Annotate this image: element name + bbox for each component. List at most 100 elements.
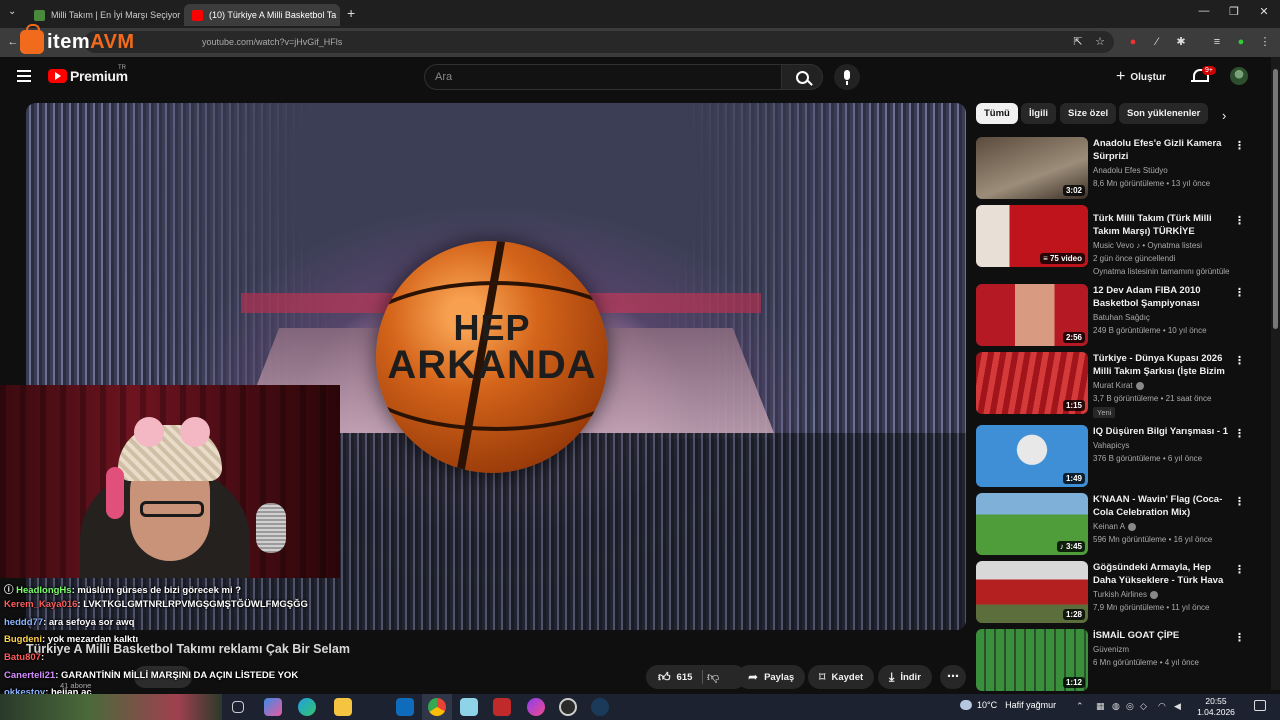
file-explorer-icon[interactable] [334,698,352,716]
streamer-webcam [0,385,340,578]
recommendation-title[interactable]: Göğsündeki Armayla, Hep Daha Yükseklere … [1093,561,1229,588]
recommendation-channel[interactable]: Murat Kırat [1093,381,1144,390]
chrome-icon[interactable] [428,698,446,716]
obs-icon[interactable] [559,698,577,716]
edge-icon[interactable] [298,698,316,716]
search-input[interactable]: Ara [424,64,782,90]
thumbs-down-icon[interactable]: 👎︎ [707,670,719,685]
kebab-menu-icon[interactable]: ⋮ [1234,139,1245,152]
voice-search-button[interactable] [834,64,860,90]
weather-widget[interactable]: 10°C Hafif yağmur [960,700,1056,710]
kebab-menu-icon[interactable]: ⋮ [1234,427,1245,440]
save-button[interactable]: ⌑ Kaydet [808,665,875,689]
notification-center-icon[interactable] [1254,700,1266,711]
browser-menu-icon[interactable]: ⋮ [1258,35,1272,49]
video-thumbnail[interactable]: 3:02 [976,137,1088,199]
more-actions-icon[interactable]: ⋯ [940,665,966,689]
kebab-menu-icon[interactable]: ⋮ [1234,563,1245,576]
account-avatar[interactable] [1230,67,1248,85]
verified-check-icon [1149,590,1158,599]
copilot-icon[interactable] [264,698,282,716]
playlist-thumbnail[interactable]: ≡ 75 video [976,205,1088,267]
back-arrow-icon[interactable]: ← [6,35,20,49]
tab-search-icon[interactable]: ⌄ [8,6,16,17]
recommendation-channel[interactable]: Batuhan Sağdıç [1093,313,1150,322]
tray-app-icon[interactable]: ◍ [1112,701,1120,712]
chevron-right-icon[interactable]: › [1222,108,1226,123]
outlook-icon[interactable] [396,698,414,716]
minimize-icon[interactable]: — [1194,5,1214,17]
tray-chevron-up-icon[interactable]: ⌃ [1076,701,1084,712]
recommendation-title[interactable]: 12 Dev Adam FIBA 2010 Basketbol Şampiyon… [1093,284,1229,311]
kebab-menu-icon[interactable]: ⋮ [1234,495,1245,508]
scrollbar-thumb[interactable] [1273,69,1278,329]
task-view-icon[interactable] [232,701,244,713]
extension-red-icon[interactable]: ● [1126,35,1140,49]
verified-check-icon [1135,381,1144,390]
download-button[interactable]: ⤓ İndir [878,665,932,689]
search-button[interactable] [781,64,823,90]
recommendation-title[interactable]: İSMAİL GOAT ÇİPE [1093,629,1229,642]
like-button[interactable]: 👍︎ 615 [646,665,746,689]
browser-tab[interactable]: Milli Takım | En İyi Marşı Seçiyor ✕ [26,4,182,26]
recommendation-channel[interactable]: Turkish Airlines [1093,590,1158,599]
video-thumbnail[interactable]: 1:15 [976,352,1088,414]
kebab-menu-icon[interactable]: ⋮ [1234,354,1245,367]
video-thumbnail[interactable]: 2:56 [976,284,1088,346]
media-queue-icon[interactable]: ≡ [1210,35,1224,49]
recommendation-title[interactable]: Türk Milli Takım (Türk Milli Takım Marşı… [1093,212,1229,238]
filter-chip-recent[interactable]: Son yüklenenler [1119,103,1209,124]
chat-username: HeadlongHs [16,585,72,596]
playlist-count-badge: ≡ 75 video [1040,253,1085,264]
recommendation-title[interactable]: Türkiye - Dünya Kupası 2026 Milli Takım … [1093,352,1229,379]
recommendation-channel[interactable]: Keinan A [1093,522,1137,531]
recommendation-title[interactable]: IQ Düşüren Bilgi Yarışması - 1 [1093,425,1229,438]
video-thumbnail[interactable]: ♪ 3:45 [976,493,1088,555]
extensions-puzzle-icon[interactable]: ✱ [1174,35,1188,49]
extension-slash-icon[interactable]: ⁄ [1150,35,1164,49]
bookmark-star-icon[interactable]: ☆ [1093,35,1107,49]
share-button[interactable]: ➦ Paylaş [737,665,806,689]
hamburger-menu-icon[interactable] [17,70,31,82]
steam-icon[interactable] [591,698,609,716]
volume-icon[interactable]: ◀ [1174,701,1181,712]
filter-chip-for-you[interactable]: Size özel [1060,103,1117,124]
tray-apps-icon[interactable]: ▦ [1096,701,1105,712]
page-scrollbar[interactable] [1271,57,1280,690]
profile-icon[interactable]: ● [1234,35,1248,49]
create-button[interactable]: + Oluştur [1116,66,1166,88]
notepad-icon[interactable] [460,698,478,716]
recommendation-channel[interactable]: Music Vevo ♪ • Oynatma listesi [1093,241,1202,250]
filter-chip-related[interactable]: İlgili [1021,103,1056,124]
filter-chip-all[interactable]: Tümü [976,103,1018,124]
wifi-icon[interactable]: ◠ [1158,701,1166,712]
kebab-menu-icon[interactable]: ⋮ [1234,214,1245,227]
tray-app-icon[interactable]: ◇ [1140,701,1147,712]
youtube-logo-icon[interactable] [48,69,67,83]
tab-close-icon[interactable]: ✕ [180,10,182,21]
windows-taskbar [0,694,1280,720]
recommendation-channel[interactable]: Güvenizm [1093,645,1129,654]
view-full-playlist-link[interactable]: Oynatma listesinin tamamını görüntüle [1093,267,1230,276]
video-thumbnail[interactable]: 1:28 [976,561,1088,623]
tray-app-icon[interactable]: ◎ [1126,701,1134,712]
recommendation-channel[interactable]: Vahapicys [1093,441,1129,450]
kebab-menu-icon[interactable]: ⋮ [1234,286,1245,299]
video-editor-icon[interactable] [493,698,511,716]
browser-tab-active[interactable]: (10) Türkiye A Milli Basketbol Ta ✕ [184,4,340,26]
video-thumbnail[interactable]: 1:12 [976,629,1088,691]
install-app-icon[interactable]: ⇱ [1071,35,1085,49]
close-window-icon[interactable]: ✕ [1254,5,1274,18]
recommendation-title[interactable]: Anadolu Efes'e Gizli Kamera Sürprizi [1093,137,1229,163]
recommendation-channel[interactable]: Anadolu Efes Stüdyo [1093,166,1168,175]
kebab-menu-icon[interactable]: ⋮ [1234,631,1245,644]
tab-close-icon[interactable]: ✕ [336,10,340,21]
system-clock[interactable]: 20:55 1.04.2026 [1196,696,1236,718]
video-thumbnail[interactable]: 1:49 [976,425,1088,487]
restore-icon[interactable]: ❐ [1224,5,1244,18]
recommendation-title[interactable]: K'NAAN - Wavin' Flag (Coca-Cola Celebrat… [1093,493,1229,519]
messenger-icon[interactable] [527,698,545,716]
address-bar[interactable]: youtube.com/watch?v=jHvGif_HFls [84,31,1114,53]
new-tab-plus-icon[interactable]: + [347,5,355,21]
taskbar-search-box[interactable] [0,694,222,720]
